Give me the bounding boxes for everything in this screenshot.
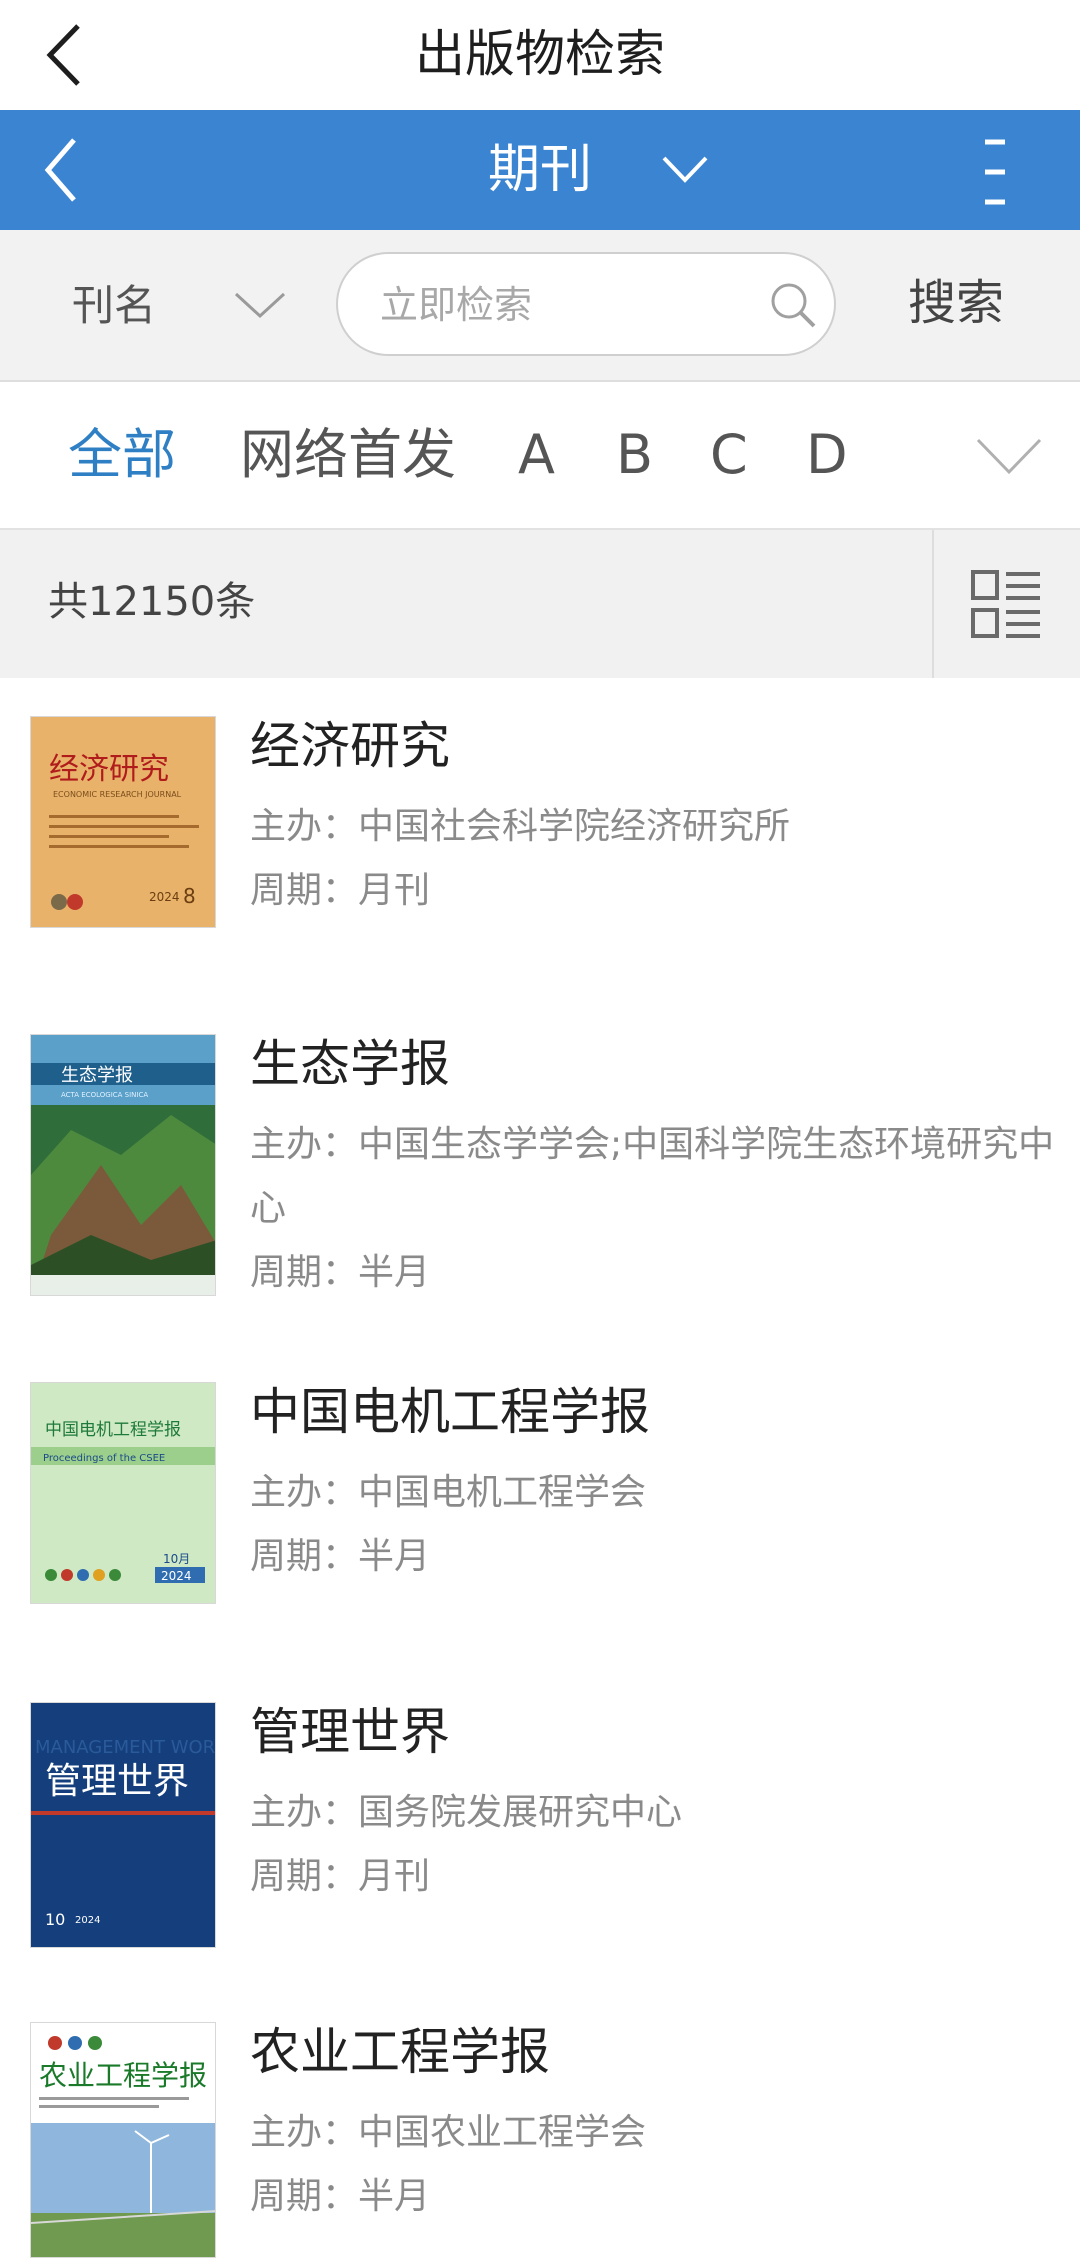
journal-sponsor-cont: 心 [250, 1188, 287, 1229]
cover-year: 2024 [149, 890, 180, 904]
cover-subtitle: Proceedings of the CSEE [43, 1453, 165, 1464]
cover-year: 2024 [75, 1915, 100, 1926]
cover-watermark: MANAGEMENT WORLD [35, 1737, 216, 1758]
journal-sponsor: 主办：国务院发展研究中心 [250, 1782, 1060, 1844]
journal-period: 周期：半月 [250, 1526, 1060, 1588]
category-selector[interactable]: 期刊 [0, 128, 1080, 212]
sponsor-label: 主办： [250, 1472, 359, 1513]
sponsor-value: 中国电机工程学会 [358, 1472, 647, 1513]
cover-issue: 10 [45, 1910, 65, 1929]
period-label: 周期： [250, 1536, 359, 1577]
journal-name[interactable]: 中国电机工程学报 [250, 1378, 650, 1446]
search-button[interactable]: 搜索 [908, 270, 1004, 336]
journal-sponsor: 主办：中国生态学学会;中国科学院生态环境研究中 [250, 1114, 1060, 1176]
sponsor-value: 中国生态学学会;中国科学院生态环境研究中 [358, 1124, 1055, 1165]
period-label: 周期： [250, 1252, 359, 1293]
cover-title: 生态学报 [61, 1065, 133, 1086]
journal-name[interactable]: 管理世界 [250, 1698, 450, 1766]
filter-tabs: 全部 网络首发 A B C D [0, 382, 1080, 528]
search-bar: 刊名 搜索 [0, 230, 1080, 382]
top-title-bar: 出版物检索 [0, 0, 1080, 110]
period-value: 月刊 [358, 1856, 431, 1897]
cover-title: 管理世界 [45, 1761, 189, 1802]
period-value: 半月 [358, 1252, 431, 1293]
tab-b[interactable]: B [616, 420, 653, 490]
tab-c[interactable]: C [710, 420, 748, 490]
category-label: 期刊 [487, 140, 592, 200]
journal-cover[interactable]: 生态学报 ACTA ECOLOGICA SINICA [30, 1034, 216, 1296]
search-field-select[interactable]: 刊名 [72, 278, 156, 334]
search-box[interactable] [336, 252, 836, 356]
page-title: 出版物检索 [415, 25, 665, 83]
cover-month: 10月 [163, 1552, 190, 1566]
cover-title: 经济研究 [49, 752, 169, 787]
sponsor-label: 主办： [250, 1792, 359, 1833]
divider [932, 530, 934, 678]
journal-sponsor: 主办：中国农业工程学会 [250, 2102, 1060, 2164]
cover-title: 中国电机工程学报 [45, 1420, 181, 1440]
sponsor-label: 主办： [250, 2112, 359, 2153]
journal-sponsor: 主办：中国电机工程学会 [250, 1462, 1060, 1524]
journal-name[interactable]: 农业工程学报 [250, 2018, 550, 2086]
list-item[interactable]: 中国电机工程学报 Proceedings of the CSEE 10月 202… [0, 1344, 1080, 1667]
journal-name[interactable]: 经济研究 [250, 712, 450, 780]
cover-issue: 8 [183, 884, 196, 908]
journal-cover[interactable]: 中国电机工程学报 Proceedings of the CSEE 10月 202… [30, 1382, 216, 1604]
period-label: 周期： [250, 2176, 359, 2217]
tab-all[interactable]: 全部 [68, 420, 176, 490]
journal-period: 周期：半月 [250, 2166, 1060, 2228]
search-icon[interactable] [766, 278, 820, 332]
cover-subtitle: ACTA ECOLOGICA SINICA [61, 1091, 148, 1099]
journal-sponsor: 主办：中国社会科学院经济研究所 [250, 796, 1060, 858]
period-label: 周期： [250, 1856, 359, 1897]
journal-cover[interactable]: MANAGEMENT WORLD 管理世界 10 2024 [30, 1702, 216, 1948]
category-nav-bar: 期刊 [0, 110, 1080, 230]
sponsor-label: 主办： [250, 1124, 359, 1165]
cover-subtitle: ECONOMIC RESEARCH JOURNAL [53, 790, 182, 799]
journal-period: 周期：月刊 [250, 1846, 1060, 1908]
sponsor-value: 中国社会科学院经济研究所 [358, 806, 791, 847]
journal-name[interactable]: 生态学报 [250, 1030, 450, 1098]
sponsor-label: 主办： [250, 806, 359, 847]
period-value: 半月 [358, 2176, 431, 2217]
cover-title: 农业工程学报 [39, 2059, 207, 2092]
period-value: 半月 [358, 1536, 431, 1577]
chevron-down-icon[interactable] [974, 434, 1044, 478]
journal-cover[interactable]: 农业工程学报 [30, 2022, 216, 2258]
list-view-icon[interactable] [970, 568, 1042, 640]
journal-cover[interactable]: 经济研究 ECONOMIC RESEARCH JOURNAL 2024 8 [30, 716, 216, 928]
sponsor-value: 中国农业工程学会 [358, 2112, 647, 2153]
list-item[interactable]: 生态学报 ACTA ECOLOGICA SINICA 生态学报 主办：中国生态学… [0, 996, 1080, 1347]
list-item[interactable]: 农业工程学报 农业工程学报 主办：中国农业工程学会 周期：半月 [0, 1984, 1080, 2258]
result-count: 共12150条 [48, 579, 256, 625]
cover-year: 2024 [161, 1569, 192, 1583]
chevron-down-icon[interactable] [660, 150, 710, 190]
result-count-bar: 共12150条 [0, 528, 1080, 680]
chevron-down-icon[interactable] [232, 288, 288, 322]
journal-period: 周期：月刊 [250, 860, 1060, 922]
tab-a[interactable]: A [518, 420, 555, 490]
journal-period: 周期：半月 [250, 1242, 1060, 1304]
tab-d[interactable]: D [806, 420, 848, 490]
period-value: 月刊 [358, 870, 431, 911]
more-menu-icon[interactable] [975, 134, 1015, 210]
list-item[interactable]: MANAGEMENT WORLD 管理世界 10 2024 管理世界 主办：国务… [0, 1664, 1080, 1987]
sponsor-value: 国务院发展研究中心 [358, 1792, 683, 1833]
period-label: 周期： [250, 870, 359, 911]
list-item[interactable]: 经济研究 ECONOMIC RESEARCH JOURNAL 2024 8 经济… [0, 678, 1080, 999]
search-input[interactable] [378, 274, 742, 336]
tab-online-first[interactable]: 网络首发 [240, 420, 456, 490]
